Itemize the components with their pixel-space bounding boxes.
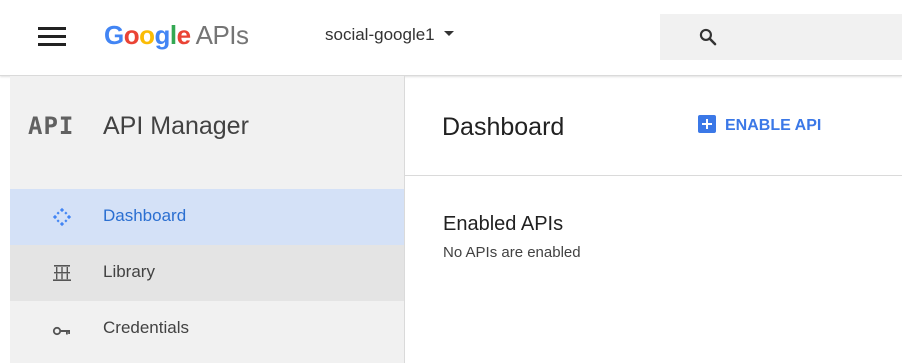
sidebar-item-label: Library: [103, 262, 155, 281]
dashboard-icon: [52, 207, 72, 227]
sidebar-header: API API Manager: [10, 76, 404, 176]
enable-api-button[interactable]: ENABLE API: [698, 115, 821, 135]
sidebar-item-library[interactable]: Library: [10, 245, 404, 301]
google-apis-logo[interactable]: Google APIs: [104, 20, 249, 51]
key-icon: [52, 326, 70, 336]
add-box-icon: [698, 115, 716, 133]
chevron-down-icon: [443, 31, 454, 37]
api-manager-icon: API: [28, 112, 75, 140]
top-app-bar: Google APIs social-google1: [0, 0, 902, 76]
sidebar: API API Manager Dashboard Library Creden…: [10, 76, 405, 363]
sidebar-item-dashboard[interactable]: Dashboard: [10, 189, 404, 245]
google-wordmark: Google: [104, 20, 191, 50]
sidebar-title: API Manager: [103, 112, 249, 140]
enable-api-label: ENABLE API: [725, 117, 822, 134]
project-name: social-google1: [325, 25, 435, 44]
enabled-apis-heading: Enabled APIs: [443, 213, 564, 235]
main-header: Dashboard ENABLE API: [405, 76, 902, 176]
search-input[interactable]: [660, 14, 902, 60]
logo-product-name: APIs: [195, 20, 249, 50]
sidebar-item-credentials[interactable]: Credentials: [10, 301, 404, 357]
sidebar-item-label: Dashboard: [103, 206, 187, 225]
sidebar-item-label: Credentials: [103, 318, 189, 337]
enabled-apis-empty-message: No APIs are enabled: [443, 244, 581, 261]
page-title: Dashboard: [442, 113, 565, 141]
search-icon[interactable]: [698, 27, 718, 47]
hamburger-menu-icon[interactable]: [38, 26, 66, 48]
library-icon: [53, 265, 71, 281]
project-selector[interactable]: social-google1: [325, 25, 454, 45]
